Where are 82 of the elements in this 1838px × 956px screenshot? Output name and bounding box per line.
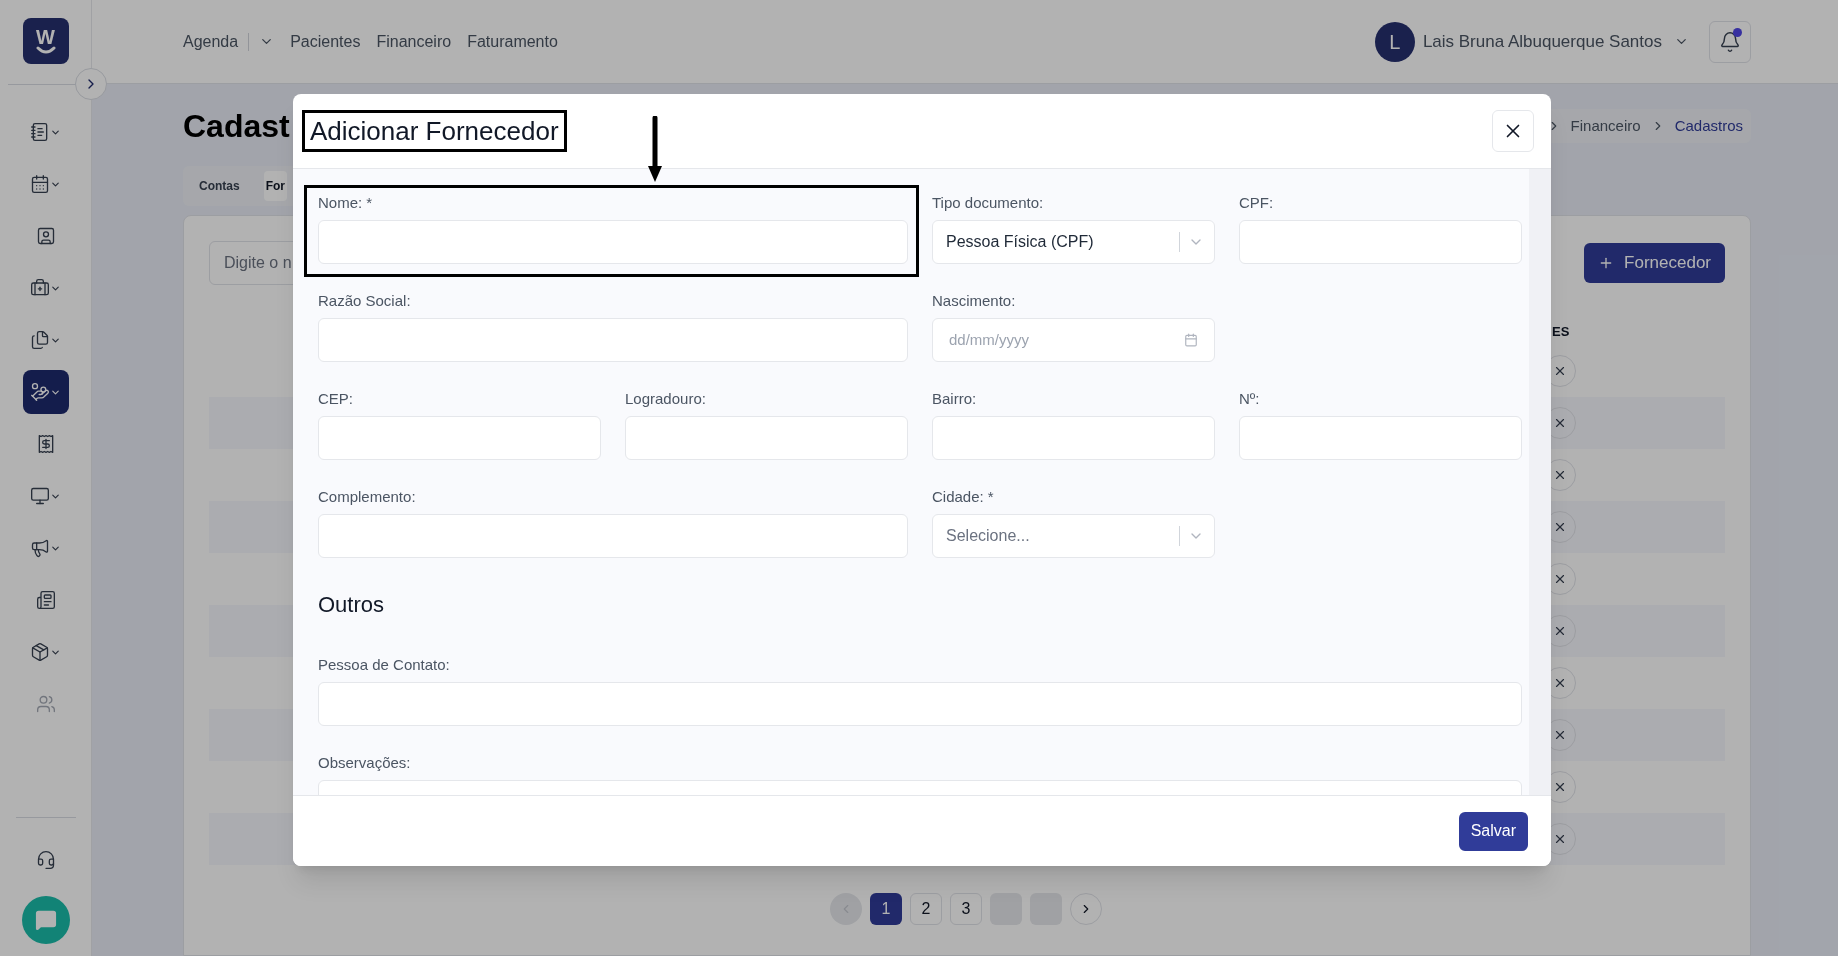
field-label: Pessoa de Contato: xyxy=(318,655,451,675)
chat-icon xyxy=(34,909,57,931)
expand-button[interactable] xyxy=(75,68,107,100)
users-icon xyxy=(35,694,56,714)
logo-letter: W xyxy=(36,28,55,46)
text-field[interactable] xyxy=(932,416,1215,460)
date-placeholder: dd/mm/yyyy xyxy=(949,329,1029,350)
text-field[interactable] xyxy=(1239,220,1522,264)
notification-button[interactable] xyxy=(1709,20,1751,63)
text-field[interactable] xyxy=(318,682,1522,726)
nav-link[interactable]: Agenda xyxy=(183,29,239,54)
text-field[interactable] xyxy=(318,416,601,460)
tab[interactable]: Contas xyxy=(197,171,242,201)
field-label: Observações: xyxy=(318,753,412,773)
close-icon xyxy=(1553,572,1567,586)
text-field[interactable] xyxy=(318,318,908,362)
headset-icon xyxy=(35,850,56,870)
nav-link[interactable]: Pacientes xyxy=(290,29,361,54)
smile-icon xyxy=(35,46,56,54)
contact-card-icon xyxy=(35,226,56,246)
user-name[interactable]: Lais Bruna Albuquerque Santos xyxy=(1422,28,1662,55)
monitor-icon xyxy=(30,486,50,506)
annotation-arrow xyxy=(648,116,662,184)
close-icon xyxy=(1553,624,1567,638)
medical-case-icon xyxy=(30,278,50,298)
text-field[interactable] xyxy=(318,514,908,558)
field-label: Cidade: * xyxy=(932,487,995,507)
field-label: CEP: xyxy=(318,389,354,409)
close-icon xyxy=(1553,676,1567,690)
close-icon xyxy=(1553,832,1567,846)
select-field[interactable]: Selecione... xyxy=(932,514,1215,558)
notebook-icon xyxy=(30,122,50,142)
megaphone-icon xyxy=(30,538,50,558)
field-label: Nome: * xyxy=(318,193,374,213)
select-value: Pessoa Física (CPF) xyxy=(946,232,1095,252)
text-field[interactable] xyxy=(1239,416,1522,460)
page-title: Cadast xyxy=(183,107,290,146)
breadcrumb-link[interactable]: Cadastros xyxy=(1674,114,1743,138)
modal-title: Adicionar Fornecedor xyxy=(310,115,559,147)
calendar-icon xyxy=(1184,333,1198,347)
search-placeholder: Digite o n xyxy=(224,253,292,273)
select-placeholder: Selecione... xyxy=(946,526,1031,546)
avatar: L xyxy=(1374,21,1415,62)
close-icon xyxy=(1553,468,1567,482)
page-button[interactable]: 2 xyxy=(910,893,942,925)
section-title: Outros xyxy=(318,591,386,619)
page-button[interactable]: 1 xyxy=(870,893,902,925)
bell-icon xyxy=(1719,30,1741,53)
field-label: Razão Social: xyxy=(318,291,412,311)
text-field[interactable] xyxy=(625,416,908,460)
hand-coins-icon xyxy=(30,382,50,402)
add-supplier-button[interactable]: Fornecedor xyxy=(1584,243,1725,283)
field-label: Nascimento: xyxy=(932,291,1017,311)
save-button[interactable]: Salvar xyxy=(1458,811,1528,851)
field-label: Bairro: xyxy=(932,389,978,409)
breadcrumb-link[interactable]: Financeiro xyxy=(1570,114,1641,138)
sidebar-item[interactable] xyxy=(22,370,69,414)
close-icon xyxy=(1553,728,1567,742)
files-icon xyxy=(30,330,50,350)
field-label: Logradouro: xyxy=(625,389,707,409)
field-label: Complemento: xyxy=(318,487,417,507)
column-header: ES xyxy=(1552,323,1571,342)
field-label: CPF: xyxy=(1239,193,1275,213)
calendar-icon xyxy=(30,174,50,194)
close-button[interactable] xyxy=(1492,110,1534,152)
nav-link[interactable]: Financeiro xyxy=(376,29,452,54)
logo[interactable]: W xyxy=(22,18,69,64)
scrollbar[interactable] xyxy=(1529,169,1551,795)
nav-link[interactable]: Faturamento xyxy=(467,29,558,54)
field-label: Nº: xyxy=(1239,389,1261,409)
package-icon xyxy=(30,642,50,662)
field-label: Tipo documento: xyxy=(932,193,1045,213)
page-button[interactable]: 3 xyxy=(950,893,982,925)
select-field[interactable]: Pessoa Física (CPF) xyxy=(932,220,1215,264)
tab[interactable]: For xyxy=(263,171,287,201)
chat-button[interactable] xyxy=(21,896,70,944)
close-icon xyxy=(1553,364,1567,378)
close-icon xyxy=(1553,520,1567,534)
text-field[interactable] xyxy=(318,220,908,264)
close-icon xyxy=(1553,416,1567,430)
close-icon xyxy=(1553,780,1567,794)
newspaper-icon xyxy=(35,590,56,610)
